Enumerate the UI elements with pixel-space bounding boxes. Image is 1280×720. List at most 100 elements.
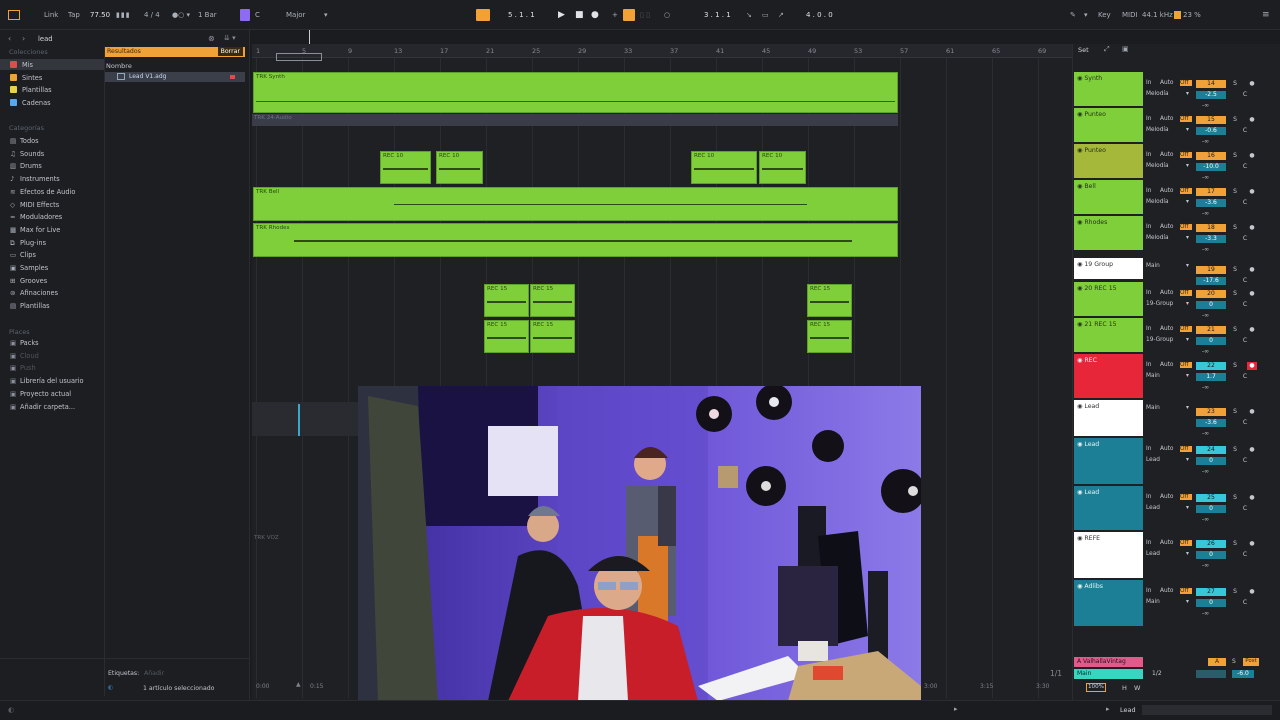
track-number-button[interactable]: 15 [1196,116,1226,124]
send-field[interactable]: -∞ [1202,563,1222,569]
back-to-arrangement-icon[interactable]: ▯ ▯ [640,10,650,20]
mixer-track-header[interactable]: ◉ REFE [1074,532,1143,578]
tap-button[interactable]: Tap [68,10,80,20]
solo-button[interactable]: S [1230,152,1240,160]
return-track-a[interactable]: A ValhallaVintag [1074,657,1143,667]
overdub-icon[interactable]: + [612,10,618,20]
chevron-down-icon[interactable]: ▾ [1186,263,1194,269]
category-item[interactable]: ⧉ Plug-ins [10,238,46,249]
back-icon[interactable]: ‹ [8,34,11,43]
crossfade-button[interactable]: C [1240,457,1250,465]
main-track[interactable]: Main [1074,669,1143,679]
send-field[interactable]: -∞ [1202,139,1222,145]
input-monitor-off[interactable]: Off [1180,540,1192,546]
track-number-button[interactable]: 17 [1196,188,1226,196]
place-item[interactable]: ▣ Añadir carpeta... [10,402,75,413]
device-view-strip[interactable] [1142,705,1272,715]
solo-button[interactable]: S [1230,266,1240,274]
crossfade-button[interactable]: C [1240,235,1250,243]
punch-out-icon[interactable]: ↗ [778,10,784,20]
track-number-button[interactable]: 23 [1196,408,1226,416]
add-tag-button[interactable]: Añadir [144,670,164,677]
volume-field[interactable]: 0 [1196,301,1226,309]
mixer-track-header[interactable]: ◉ 21 REC 15 [1074,318,1143,352]
link-button[interactable]: Link [44,10,58,20]
track-number-button[interactable]: 25 [1196,494,1226,502]
crossfade-button[interactable]: C [1240,551,1250,559]
category-item[interactable]: ▥ Drums [10,161,42,172]
main-volume[interactable]: -6.0 [1232,670,1254,678]
volume-field[interactable]: -3.3 [1196,235,1226,243]
meter-field[interactable]: 4 / 4 [144,10,160,20]
collection-item[interactable]: Sintes [10,73,42,84]
solo-button[interactable]: S [1230,588,1240,596]
clip-rec-10[interactable]: REC 10 [436,151,483,184]
solo-button[interactable]: S [1230,224,1240,232]
clip-rec-15[interactable]: REC 15 [530,320,575,353]
crossfade-button[interactable]: C [1240,277,1250,285]
place-item[interactable]: ▣ Push [10,363,36,374]
arm-button[interactable]: ● [1247,224,1257,232]
loop-length-field[interactable]: 4 . 0 . 0 [806,10,833,20]
category-item[interactable]: ♫ Sounds [10,149,44,160]
input-monitor-off[interactable]: Off [1180,362,1192,368]
play-arrow-icon[interactable]: ▸ [954,705,958,713]
main-output-route[interactable]: 1/2 [1152,670,1162,677]
mixer-track-header[interactable]: ◉ Lead [1074,486,1143,530]
send-field[interactable]: -∞ [1202,247,1222,253]
track-number-button[interactable]: 19 [1196,266,1226,274]
mixer-track-header[interactable]: ◉ 20 REC 15 [1074,282,1143,316]
info-view-icon[interactable]: ◐ [8,706,14,714]
send-field[interactable]: -∞ [1202,103,1222,109]
tempo-percent[interactable]: 100% [1086,683,1106,692]
clear-results-button[interactable]: Borrar [217,47,243,56]
send-field[interactable]: -∞ [1202,175,1222,181]
clip-rec-10[interactable]: REC 10 [691,151,757,184]
solo-button[interactable]: S [1230,188,1240,196]
input-monitor-off[interactable]: Off [1180,326,1192,332]
solo-button[interactable]: S [1232,658,1236,665]
solo-button[interactable]: S [1230,290,1240,298]
mixer-track-header[interactable]: ◉ Lead [1074,438,1143,484]
arm-button[interactable]: ● [1247,588,1257,596]
width-button[interactable]: W [1134,684,1140,692]
mixer-track-header[interactable]: ◉ Punteo [1074,144,1143,178]
arm-button[interactable]: ● [1247,152,1257,160]
arm-button[interactable]: ● [1247,290,1257,298]
return-a-button[interactable]: A [1208,658,1226,666]
track-number-button[interactable]: 21 [1196,326,1226,334]
post-button[interactable]: Post [1243,658,1259,666]
chevron-down-icon[interactable]: ▾ [1186,405,1194,411]
category-item[interactable]: ≋ Efectos de Audio [10,187,75,198]
collection-item[interactable]: Mis [10,60,33,71]
chevron-down-icon[interactable]: ▾ [1186,373,1194,379]
arm-button[interactable]: ● [1247,188,1257,196]
send-field[interactable]: -∞ [1202,385,1222,391]
clip-rec-15[interactable]: REC 15 [484,320,529,353]
track-number-button[interactable]: 24 [1196,446,1226,454]
track-number-button[interactable]: 26 [1196,540,1226,548]
mixer-track-header[interactable]: ◉ 19 Group [1074,258,1143,279]
input-monitor-off[interactable]: Off [1180,188,1192,194]
input-monitor-off[interactable]: Off [1180,446,1192,452]
track-number-button[interactable]: 18 [1196,224,1226,232]
crossfade-button[interactable]: C [1240,599,1250,607]
volume-field[interactable]: -3.6 [1196,199,1226,207]
main-volume-slider[interactable] [1196,670,1226,678]
volume-field[interactable]: -10.0 [1196,163,1226,171]
position-field[interactable]: 5 . 1 . 1 [508,10,535,20]
clear-search-icon[interactable]: ⊗ [208,34,215,43]
input-monitor-off[interactable]: Off [1180,152,1192,158]
quantize-field[interactable]: 1 Bar [198,10,217,20]
loop-start-field[interactable]: 3 . 1 . 1 [704,10,731,20]
chevron-down-icon[interactable]: ▾ [1186,301,1194,307]
chevron-down-icon[interactable]: ▾ [1186,91,1194,97]
chevron-down-icon[interactable]: ▾ [1084,10,1088,20]
loop-brace[interactable] [276,53,322,61]
arm-button[interactable]: ● [1247,362,1257,370]
category-item[interactable]: ≈ Moduladores [10,212,62,223]
stop-icon[interactable]: ■ [575,10,584,20]
play-arrow-icon[interactable]: ▸ [1106,705,1110,713]
crossfade-button[interactable]: C [1240,199,1250,207]
track-number-button[interactable]: 27 [1196,588,1226,596]
